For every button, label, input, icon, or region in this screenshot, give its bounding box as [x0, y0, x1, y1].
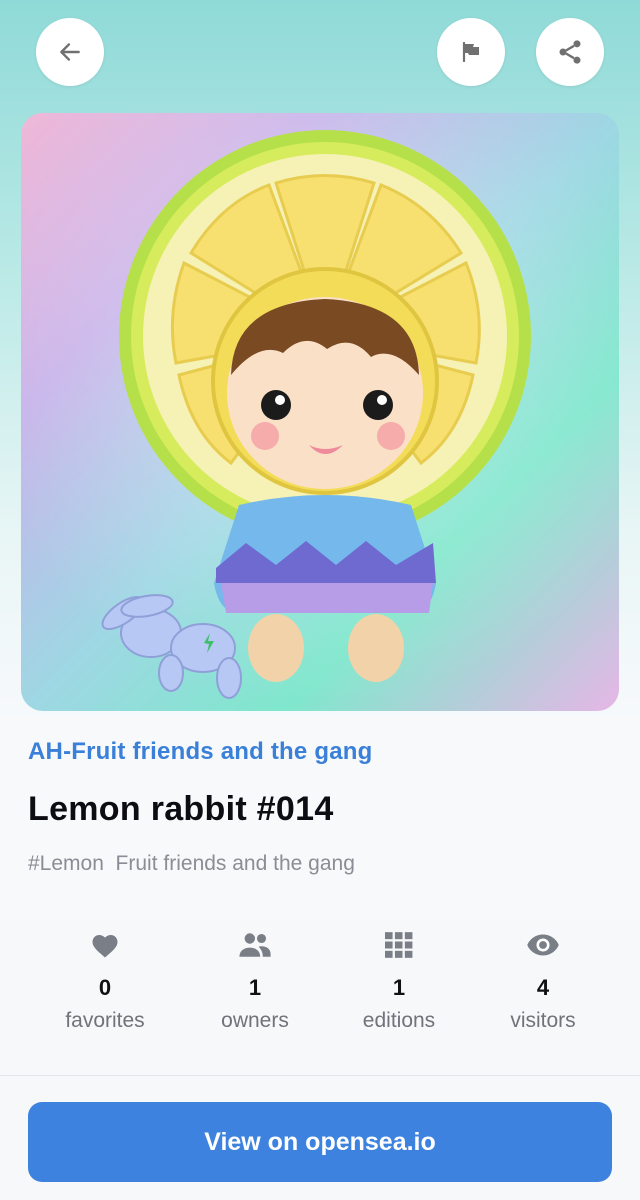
share-button[interactable]: [536, 18, 604, 86]
view-on-opensea-button[interactable]: View on opensea.io: [28, 1102, 612, 1182]
top-bar: [0, 0, 640, 110]
editions-count: 1: [392, 975, 406, 1000]
back-button[interactable]: [36, 18, 104, 86]
editions-label: editions: [362, 1009, 436, 1032]
nft-title: Lemon rabbit #014: [28, 790, 334, 828]
nft-tags: #Lemon Fruit friends and the gang: [28, 852, 355, 875]
share-icon: [559, 40, 581, 64]
visitors-label: visitors: [510, 1009, 576, 1032]
heart-icon: [92, 935, 118, 958]
report-button[interactable]: [437, 18, 505, 86]
owners-label: owners: [221, 1009, 289, 1032]
lemon-character-illustration: [21, 113, 619, 711]
arrow-left-icon: [60, 43, 80, 61]
grid-icon: [385, 932, 413, 958]
stat-editions: 1 editions: [324, 925, 474, 1033]
people-icon: [239, 933, 271, 957]
stats-row: 0 favorites 1 owners 1 editions 4 visito…: [0, 925, 640, 1040]
owners-count: 1: [248, 975, 262, 1000]
divider: [0, 1075, 640, 1076]
stat-visitors: 4 visitors: [468, 925, 618, 1033]
nft-image[interactable]: [21, 113, 619, 711]
eye-icon: [527, 934, 559, 956]
flag-icon: [462, 41, 479, 63]
stat-favorites: 0 favorites: [30, 925, 180, 1033]
favorites-count: 0: [98, 975, 112, 1000]
stat-owners: 1 owners: [180, 925, 330, 1033]
visitors-count: 4: [536, 975, 550, 1000]
favorites-label: favorites: [65, 1009, 145, 1032]
collection-name[interactable]: AH-Fruit friends and the gang: [28, 738, 372, 766]
